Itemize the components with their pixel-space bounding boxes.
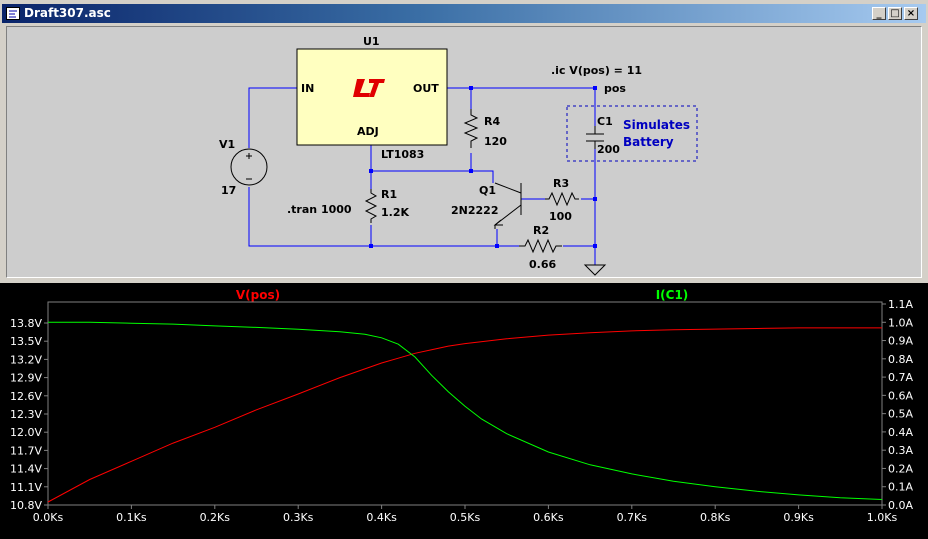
u1-pin-adj: ADJ [357, 125, 379, 138]
legend-ic1[interactable]: I(C1) [656, 288, 689, 302]
r4-resistor[interactable] [463, 109, 479, 148]
left-tick-label: 10.8V [10, 499, 42, 512]
u1-name: U1 [363, 35, 380, 48]
x-tick-label: 0.6Ks [533, 511, 564, 524]
q1-part: 2N2222 [451, 204, 498, 217]
window-title: Draft307.asc [24, 6, 111, 20]
x-tick-label: 0.3Ks [283, 511, 314, 524]
x-tick-label: 0.7Ks [617, 511, 648, 524]
waveform-viewer[interactable]: V(pos) I(C1) 0.0Ks 0.1Ks 0.2Ks 0.3Ks 0.4Ks 0.… [0, 283, 928, 539]
left-tick-label: 13.2V [10, 353, 42, 366]
legend-vpos[interactable]: V(pos) [236, 288, 280, 302]
right-tick-label: 0.9A [888, 335, 913, 348]
schematic-doc-icon [6, 7, 20, 20]
c1-name: C1 [597, 115, 613, 128]
left-tick-label: 11.4V [10, 463, 42, 476]
right-tick-label: 0.6A [888, 389, 913, 402]
r3-name: R3 [553, 177, 569, 190]
v1-name: V1 [219, 138, 235, 151]
right-tick-label: 0.4A [888, 426, 913, 439]
right-tick-label: 0.7A [888, 371, 913, 384]
trace-ic1[interactable] [48, 321, 883, 500]
u1-pin-in: IN [301, 82, 314, 95]
r3-resistor[interactable] [545, 191, 579, 207]
c1-value: 200 [597, 143, 620, 156]
comment-line-1: Simulates [623, 118, 690, 132]
x-tick-label: 1.0Ks [867, 511, 898, 524]
r1-resistor[interactable] [364, 189, 378, 223]
left-tick-label: 11.1V [10, 481, 42, 494]
r3-value: 100 [549, 210, 572, 223]
x-tick-label: 0.5Ks [450, 511, 481, 524]
x-tick-label: 0.9Ks [783, 511, 814, 524]
u1-pin-out: OUT [413, 82, 439, 95]
minimize-button[interactable]: _ [872, 7, 886, 20]
right-tick-label: 0.0A [888, 499, 913, 512]
plot-frame [47, 301, 883, 506]
waveform-plot[interactable]: V(pos) I(C1) 0.0Ks 0.1Ks 0.2Ks 0.3Ks 0.4Ks 0.… [0, 283, 928, 539]
left-tick-label: 12.0V [10, 426, 42, 439]
left-tick-label: 13.8V [10, 317, 42, 330]
ground-icon [583, 264, 607, 276]
directive-tran[interactable]: .tran 1000 [287, 203, 352, 216]
r2-resistor[interactable] [519, 238, 562, 254]
left-tick-label: 11.7V [10, 444, 42, 457]
right-tick-label: 1.0A [888, 316, 913, 329]
schematic-window: Draft307.asc _ □ × U1 IN OUT ADJ LT1083 … [0, 0, 928, 280]
r4-value: 120 [484, 135, 507, 148]
right-tick-label: 0.5A [888, 408, 913, 421]
u1-part: LT1083 [381, 148, 424, 161]
r2-name: R2 [533, 224, 549, 237]
trace-vpos[interactable] [47, 327, 882, 503]
left-tick-label: 13.5V [10, 335, 42, 348]
comment-line-2: Battery [623, 135, 674, 149]
right-tick-label: 0.8A [888, 353, 913, 366]
directive-ic[interactable]: .ic V(pos) = 11 [551, 64, 642, 77]
right-tick-label: 0.2A [888, 462, 913, 475]
v1-source[interactable] [230, 148, 268, 186]
r4-name: R4 [484, 115, 500, 128]
maximize-button[interactable]: □ [888, 7, 902, 20]
right-tick-label: 0.1A [888, 481, 913, 494]
net-label-pos[interactable]: pos [604, 82, 626, 95]
x-tick-label: 0.4Ks [366, 511, 397, 524]
q1-transistor[interactable] [493, 182, 522, 229]
left-tick-label: 12.3V [10, 408, 42, 421]
r1-name: R1 [381, 188, 397, 201]
x-tick-label: 0.2Ks [200, 511, 231, 524]
r2-value: 0.66 [529, 258, 556, 271]
title-bar[interactable]: Draft307.asc _ □ × [2, 4, 926, 23]
v1-value: 17 [221, 184, 236, 197]
right-tick-label: 0.3A [888, 444, 913, 457]
q1-name: Q1 [479, 184, 496, 197]
x-tick-label: 0.1Ks [116, 511, 147, 524]
right-tick-label: 1.1A [888, 298, 913, 311]
schematic-canvas[interactable]: U1 IN OUT ADJ LT1083 .ic V(pos) = 11 pos… [6, 26, 922, 278]
close-button[interactable]: × [904, 7, 918, 20]
r1-value: 1.2K [381, 206, 409, 219]
left-tick-label: 12.6V [10, 390, 42, 403]
left-tick-label: 12.9V [10, 372, 42, 385]
x-tick-label: 0.0Ks [33, 511, 64, 524]
x-tick-label: 0.8Ks [700, 511, 731, 524]
